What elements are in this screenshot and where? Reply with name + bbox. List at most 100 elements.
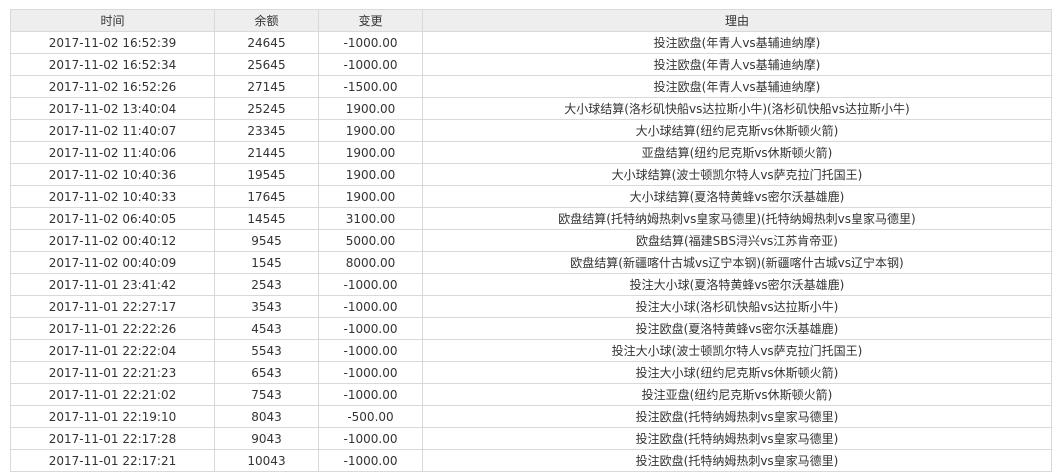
table-row: 2017-11-02 10:40:33 17645 1900.00 大小球结算(夏洛特… (10, 185, 1052, 208)
cell-change: -1000.00 (318, 361, 423, 384)
cell-reason: 投注大小球(洛杉矶快船vs达拉斯小牛) (422, 295, 1052, 318)
header-balance: 余额 (214, 9, 319, 32)
cell-balance: 9043 (214, 427, 319, 450)
cell-change: 1900.00 (318, 185, 423, 208)
cell-balance: 3543 (214, 295, 319, 318)
cell-time: 2017-11-02 00:40:12 (10, 229, 215, 252)
transaction-table: 时间 余额 变更 理由 2017-11-02 16:52:39 24645 -100… (10, 9, 1052, 472)
cell-time: 2017-11-01 22:19:10 (10, 405, 215, 428)
cell-change: -500.00 (318, 405, 423, 428)
cell-time: 2017-11-02 16:52:26 (10, 75, 215, 98)
transaction-log: 时间 余额 变更 理由 2017-11-02 16:52:39 24645 -100… (10, 9, 1052, 472)
cell-time: 2017-11-02 16:52:34 (10, 53, 215, 76)
cell-change: -1000.00 (318, 383, 423, 406)
table-row: 2017-11-02 16:52:26 27145 -1500.00 投注欧盘(年青人… (10, 75, 1052, 98)
header-reason: 理由 (422, 9, 1052, 32)
cell-change: -1000.00 (318, 31, 423, 54)
cell-time: 2017-11-01 23:41:42 (10, 273, 215, 296)
cell-change: 5000.00 (318, 229, 423, 252)
cell-balance: 19545 (214, 163, 319, 186)
table-row: 2017-11-01 22:22:26 4543 -1000.00 投注欧盘(夏洛特黄… (10, 317, 1052, 340)
cell-reason: 欧盘结算(福建SBS浔兴vs江苏肯帝亚) (422, 229, 1052, 252)
table-row: 2017-11-02 16:52:34 25645 -1000.00 投注欧盘(年青人… (10, 53, 1052, 76)
table-row: 2017-11-01 22:21:23 6543 -1000.00 投注大小球(纽约尼… (10, 361, 1052, 384)
table-row: 2017-11-01 22:22:04 5543 -1000.00 投注大小球(波士顿… (10, 339, 1052, 362)
cell-reason: 投注大小球(纽约尼克斯vs休斯顿火箭) (422, 361, 1052, 384)
cell-balance: 27145 (214, 75, 319, 98)
cell-reason: 投注大小球(夏洛特黄蜂vs密尔沃基雄鹿) (422, 273, 1052, 296)
cell-balance: 9545 (214, 229, 319, 252)
header-change: 变更 (318, 9, 423, 32)
cell-balance: 6543 (214, 361, 319, 384)
cell-change: -1000.00 (318, 295, 423, 318)
table-row: 2017-11-01 22:17:21 10043 -1000.00 投注欧盘(托特纳… (10, 449, 1052, 472)
cell-change: -1000.00 (318, 427, 423, 450)
cell-balance: 4543 (214, 317, 319, 340)
cell-reason: 欧盘结算(托特纳姆热刺vs皇家马德里)(托特纳姆热刺vs皇家马德里) (422, 207, 1052, 230)
table-row: 2017-11-01 22:21:02 7543 -1000.00 投注亚盘(纽约尼克… (10, 383, 1052, 406)
cell-reason: 大小球结算(夏洛特黄蜂vs密尔沃基雄鹿) (422, 185, 1052, 208)
cell-time: 2017-11-02 16:52:39 (10, 31, 215, 54)
header-time: 时间 (10, 9, 215, 32)
cell-time: 2017-11-02 10:40:33 (10, 185, 215, 208)
cell-reason: 投注欧盘(托特纳姆热刺vs皇家马德里) (422, 427, 1052, 450)
table-row: 2017-11-01 23:41:42 2543 -1000.00 投注大小球(夏洛特… (10, 273, 1052, 296)
cell-balance: 21445 (214, 141, 319, 164)
cell-reason: 大小球结算(纽约尼克斯vs休斯顿火箭) (422, 119, 1052, 142)
header-row: 时间 余额 变更 理由 (10, 9, 1052, 32)
cell-change: -1000.00 (318, 317, 423, 340)
cell-reason: 投注欧盘(年青人vs基辅迪纳摩) (422, 53, 1052, 76)
cell-reason: 亚盘结算(纽约尼克斯vs休斯顿火箭) (422, 141, 1052, 164)
table-body: 2017-11-02 16:52:39 24645 -1000.00 投注欧盘(年青人… (10, 31, 1052, 472)
cell-reason: 投注大小球(波士顿凯尔特人vs萨克拉门托国王) (422, 339, 1052, 362)
cell-time: 2017-11-01 22:21:02 (10, 383, 215, 406)
cell-balance: 10043 (214, 449, 319, 472)
cell-balance: 25645 (214, 53, 319, 76)
table-row: 2017-11-02 10:40:36 19545 1900.00 大小球结算(波士顿… (10, 163, 1052, 186)
table-row: 2017-11-02 11:40:06 21445 1900.00 亚盘结算(纽约尼克… (10, 141, 1052, 164)
table-row: 2017-11-02 11:40:07 23345 1900.00 大小球结算(纽约尼… (10, 119, 1052, 142)
table-row: 2017-11-02 13:40:04 25245 1900.00 大小球结算(洛杉矶… (10, 97, 1052, 120)
cell-reason: 大小球结算(洛杉矶快船vs达拉斯小牛)(洛杉矶快船vs达拉斯小牛) (422, 97, 1052, 120)
cell-reason: 欧盘结算(新疆喀什古城vs辽宁本钢)(新疆喀什古城vs辽宁本钢) (422, 251, 1052, 274)
cell-change: 8000.00 (318, 251, 423, 274)
table-header: 时间 余额 变更 理由 (10, 9, 1052, 32)
cell-balance: 2543 (214, 273, 319, 296)
cell-reason: 投注欧盘(年青人vs基辅迪纳摩) (422, 75, 1052, 98)
cell-change: -1000.00 (318, 339, 423, 362)
cell-reason: 投注欧盘(年青人vs基辅迪纳摩) (422, 31, 1052, 54)
cell-balance: 8043 (214, 405, 319, 428)
cell-time: 2017-11-02 06:40:05 (10, 207, 215, 230)
cell-time: 2017-11-01 22:27:17 (10, 295, 215, 318)
cell-reason: 投注欧盘(夏洛特黄蜂vs密尔沃基雄鹿) (422, 317, 1052, 340)
cell-balance: 14545 (214, 207, 319, 230)
cell-balance: 1545 (214, 251, 319, 274)
cell-change: -1000.00 (318, 449, 423, 472)
cell-balance: 25245 (214, 97, 319, 120)
table-row: 2017-11-01 22:19:10 8043 -500.00 投注欧盘(托特纳姆热… (10, 405, 1052, 428)
table-row: 2017-11-02 00:40:09 1545 8000.00 欧盘结算(新疆喀什古… (10, 251, 1052, 274)
cell-reason: 投注亚盘(纽约尼克斯vs休斯顿火箭) (422, 383, 1052, 406)
cell-time: 2017-11-01 22:21:23 (10, 361, 215, 384)
cell-change: -1000.00 (318, 53, 423, 76)
cell-balance: 23345 (214, 119, 319, 142)
cell-change: 1900.00 (318, 163, 423, 186)
cell-reason: 投注欧盘(托特纳姆热刺vs皇家马德里) (422, 405, 1052, 428)
cell-change: 1900.00 (318, 141, 423, 164)
table-row: 2017-11-01 22:17:28 9043 -1000.00 投注欧盘(托特纳姆… (10, 427, 1052, 450)
table-row: 2017-11-01 22:27:17 3543 -1000.00 投注大小球(洛杉矶… (10, 295, 1052, 318)
cell-time: 2017-11-02 00:40:09 (10, 251, 215, 274)
cell-time: 2017-11-01 22:22:04 (10, 339, 215, 362)
cell-change: 3100.00 (318, 207, 423, 230)
cell-change: -1000.00 (318, 273, 423, 296)
cell-time: 2017-11-01 22:17:28 (10, 427, 215, 450)
cell-time: 2017-11-01 22:17:21 (10, 449, 215, 472)
cell-change: 1900.00 (318, 97, 423, 120)
cell-time: 2017-11-02 11:40:06 (10, 141, 215, 164)
cell-time: 2017-11-02 10:40:36 (10, 163, 215, 186)
cell-balance: 24645 (214, 31, 319, 54)
cell-reason: 大小球结算(波士顿凯尔特人vs萨克拉门托国王) (422, 163, 1052, 186)
cell-change: -1500.00 (318, 75, 423, 98)
cell-balance: 7543 (214, 383, 319, 406)
cell-time: 2017-11-01 22:22:26 (10, 317, 215, 340)
